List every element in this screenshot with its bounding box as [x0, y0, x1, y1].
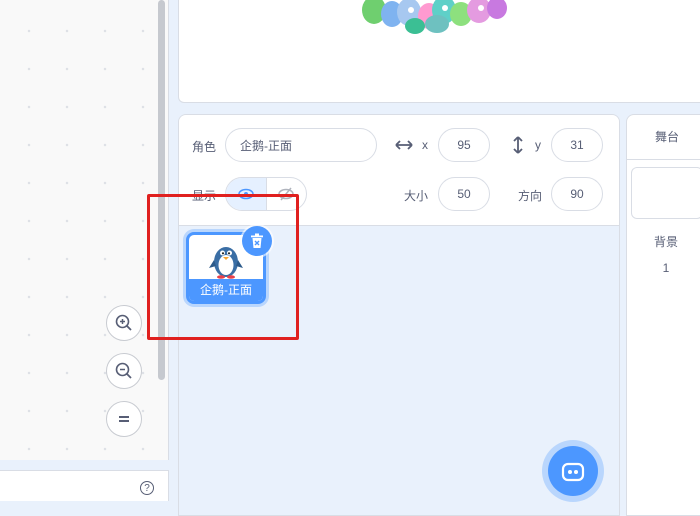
- workspace-footer: ?: [0, 470, 169, 501]
- highlight-annotation-box: [147, 194, 299, 340]
- help-icon[interactable]: ?: [140, 481, 154, 495]
- y-label: y: [535, 138, 541, 152]
- stage-canvas[interactable]: [178, 0, 700, 103]
- y-arrows-icon: [513, 136, 523, 154]
- code-workspace[interactable]: [0, 0, 169, 460]
- choose-sprite-button[interactable]: [548, 446, 598, 496]
- stage-tab[interactable]: 舞台: [627, 115, 700, 160]
- direction-input[interactable]: 90: [551, 177, 603, 211]
- x-input[interactable]: 95: [438, 128, 490, 162]
- zoom-out-icon: [115, 362, 132, 379]
- stage-selector-pane[interactable]: 舞台 背景 1: [626, 114, 700, 516]
- zoom-reset-button[interactable]: [106, 401, 142, 437]
- zoom-in-button[interactable]: [106, 305, 142, 341]
- choose-sprite-icon: [561, 462, 585, 482]
- size-label: 大小: [404, 189, 429, 203]
- zoom-out-button[interactable]: [106, 353, 142, 389]
- size-input[interactable]: 50: [438, 177, 490, 211]
- penguin-sprites-art: [362, 0, 507, 34]
- sprite-name-input[interactable]: 企鹅-正面: [225, 128, 377, 162]
- x-arrows-icon: [395, 140, 413, 150]
- backdrops-count: 1: [662, 261, 670, 275]
- direction-label: 方向: [518, 189, 543, 203]
- x-label: x: [422, 138, 428, 152]
- sprite-label: 角色: [192, 140, 217, 154]
- zoom-reset-icon: [119, 416, 129, 422]
- y-input[interactable]: 31: [551, 128, 603, 162]
- backdrops-label: 背景: [653, 235, 678, 249]
- stage-thumbnail[interactable]: [631, 167, 700, 219]
- zoom-in-icon: [115, 314, 132, 331]
